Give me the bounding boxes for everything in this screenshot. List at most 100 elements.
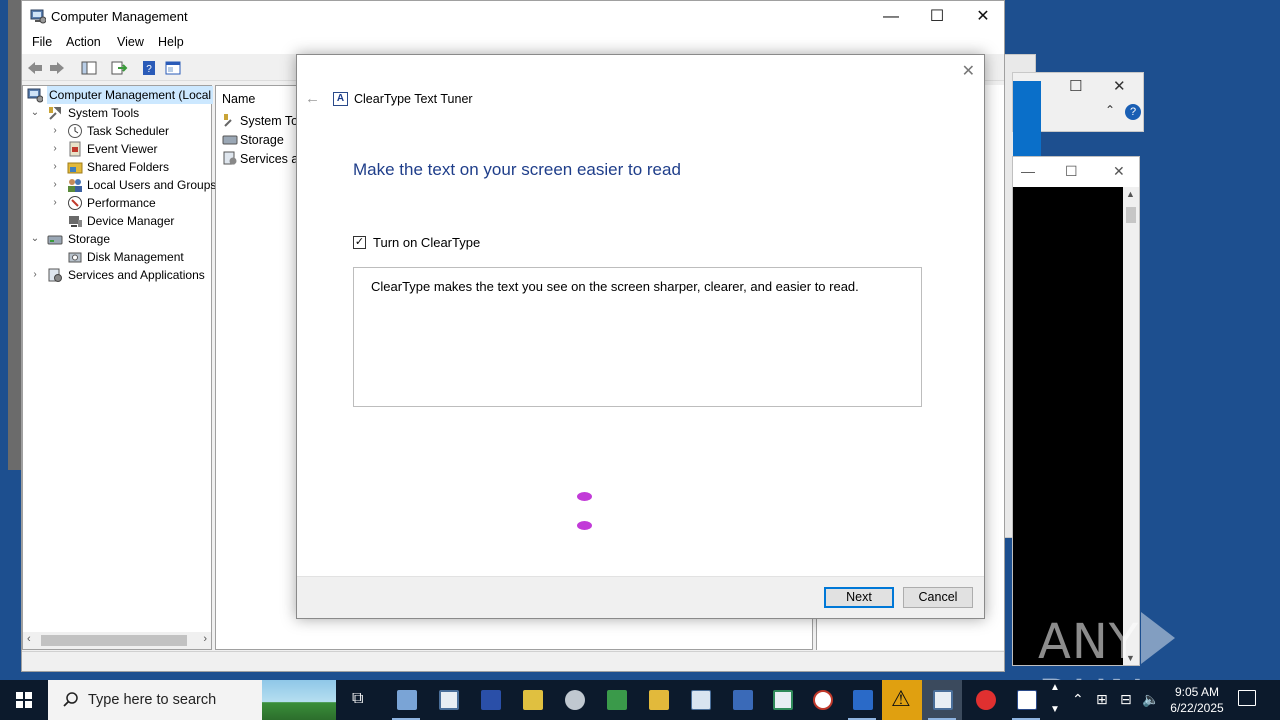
next-button[interactable]: Next [824, 587, 894, 608]
taskbar-app[interactable] [470, 680, 510, 720]
event-viewer-icon [69, 141, 81, 157]
menu-view[interactable]: View [117, 35, 144, 49]
loading-spinner-dot [577, 492, 592, 501]
dialog-footer: Next Cancel [297, 576, 984, 618]
search-placeholder: Type here to search [88, 692, 217, 708]
minimize-icon[interactable]: — [1021, 163, 1035, 179]
performance-gauge-icon [68, 196, 82, 210]
properties-icon[interactable] [164, 59, 182, 77]
volume-icon[interactable]: 🔈 [1142, 691, 1159, 708]
back-arrow-icon[interactable] [26, 59, 44, 77]
chevron-right-icon[interactable]: › [29, 266, 41, 284]
navigation-tree: Computer Management (Local ⌄ System Tool… [22, 85, 216, 650]
tray-device-icon[interactable]: ⊞ [1096, 691, 1108, 708]
tools-icon [224, 114, 232, 127]
clock[interactable]: 9:05 AM 6/22/2025 [1162, 684, 1232, 716]
chevron-down-icon[interactable]: ⌄ [29, 104, 41, 122]
list-item[interactable]: System Too [222, 112, 305, 128]
task-view-icon: ⧉ [352, 690, 364, 707]
horizontal-scrollbar[interactable]: ‹ › [23, 632, 211, 649]
cleartype-dialog: ✕ ← A ClearType Text Tuner Make the text… [296, 54, 985, 619]
back-arrow-icon[interactable]: ← [305, 90, 320, 107]
menu-file[interactable]: File [32, 35, 52, 49]
forward-arrow-icon[interactable] [48, 59, 66, 77]
taskbar-app[interactable] [428, 680, 468, 720]
clock-icon [68, 124, 82, 138]
maximize-icon[interactable]: ☐ [1065, 163, 1078, 180]
show-hide-tree-icon[interactable] [80, 59, 98, 77]
taskbar-app[interactable] [842, 680, 882, 720]
start-button[interactable] [0, 680, 48, 720]
svg-text:?: ? [146, 64, 152, 75]
taskbar-app[interactable] [762, 680, 802, 720]
menu-bar: File Action View Help [22, 32, 1004, 54]
taskbar-app[interactable] [722, 680, 762, 720]
vertical-scrollbar[interactable]: ▲ ▼ [1123, 187, 1139, 665]
task-view-button[interactable]: ⧉ [340, 680, 380, 720]
scroll-right-icon[interactable]: › [203, 633, 207, 645]
maximize-button[interactable]: ☐ [914, 1, 960, 32]
close-icon[interactable]: ✕ [1113, 163, 1125, 180]
show-hidden-icons-icon[interactable]: ⌃ [1072, 691, 1084, 708]
taskbar-app[interactable] [596, 680, 636, 720]
computer-management-icon [27, 88, 43, 103]
taskbar-app[interactable] [965, 680, 1005, 720]
taskbar-search[interactable]: Type here to search [48, 680, 336, 720]
status-bar [22, 651, 1004, 671]
scroll-up-icon[interactable]: ▲ [1126, 189, 1135, 199]
users-icon [68, 179, 82, 192]
cleartype-checkbox[interactable]: ✓ [353, 236, 366, 249]
taskbar-app[interactable] [922, 680, 962, 720]
minimize-button[interactable]: — [868, 1, 914, 32]
list-item[interactable]: Services an [222, 150, 305, 166]
help-book-icon[interactable]: ? [140, 59, 158, 77]
taskbar-app[interactable] [386, 680, 426, 720]
export-list-icon[interactable] [110, 59, 128, 77]
chevron-right-icon[interactable]: › [49, 122, 61, 140]
chevron-up-icon[interactable]: ⌃ [1105, 103, 1115, 117]
notification-icon[interactable] [1238, 690, 1256, 706]
help-icon[interactable]: ? [1125, 104, 1141, 120]
network-icon[interactable]: ⊟ [1120, 691, 1132, 708]
warning-icon: ⚠ [891, 686, 911, 711]
tools-icon [49, 107, 61, 120]
play-icon [1141, 612, 1176, 664]
menu-action[interactable]: Action [66, 35, 101, 49]
list-item[interactable]: Storage [222, 131, 284, 147]
chevron-down-icon[interactable]: ▼ [1050, 704, 1060, 715]
close-button[interactable]: ✕ [960, 1, 1006, 32]
chevron-right-icon[interactable]: › [49, 194, 61, 212]
tray-scroll[interactable]: ▲ ▼ [1046, 680, 1066, 720]
menu-help[interactable]: Help [158, 35, 184, 49]
cleartype-icon: A [333, 92, 348, 106]
taskbar-app[interactable] [638, 680, 678, 720]
background-window-edge [8, 0, 22, 470]
taskbar-app-warning[interactable]: ⚠ [882, 680, 922, 720]
column-header-name[interactable]: Name [222, 92, 255, 106]
chevron-up-icon[interactable]: ▲ [1050, 682, 1060, 693]
taskbar-app[interactable] [680, 680, 720, 720]
chevron-right-icon[interactable]: › [49, 140, 61, 158]
scroll-left-icon[interactable]: ‹ [27, 633, 31, 645]
chevron-right-icon[interactable]: › [49, 176, 61, 194]
maximize-icon[interactable]: ☐ [1069, 77, 1082, 95]
close-icon[interactable]: ✕ [1113, 77, 1126, 95]
taskbar-app[interactable] [512, 680, 552, 720]
cancel-button[interactable]: Cancel [903, 587, 973, 608]
disk-management-icon [68, 252, 82, 263]
search-icon [63, 692, 78, 707]
dialog-title: ClearType Text Tuner [354, 92, 473, 106]
page-heading: Make the text on your screen easier to r… [353, 160, 681, 179]
background-console-window: — ☐ ✕ ▲ ▼ [1012, 156, 1140, 666]
taskbar-app[interactable] [554, 680, 594, 720]
chevron-right-icon[interactable]: › [49, 158, 61, 176]
taskbar-app-cleartype[interactable] [1006, 680, 1046, 720]
tree-item-computer-management[interactable]: Computer Management (Local [27, 86, 214, 104]
taskbar-app[interactable] [802, 680, 842, 720]
chevron-down-icon[interactable]: ⌄ [29, 230, 41, 248]
close-icon[interactable]: ✕ [962, 61, 975, 81]
services-icon [48, 268, 62, 282]
cleartype-checkbox-label[interactable]: Turn on ClearType [373, 235, 480, 250]
shared-folder-icon [67, 162, 83, 174]
loading-spinner-dot [577, 521, 592, 530]
